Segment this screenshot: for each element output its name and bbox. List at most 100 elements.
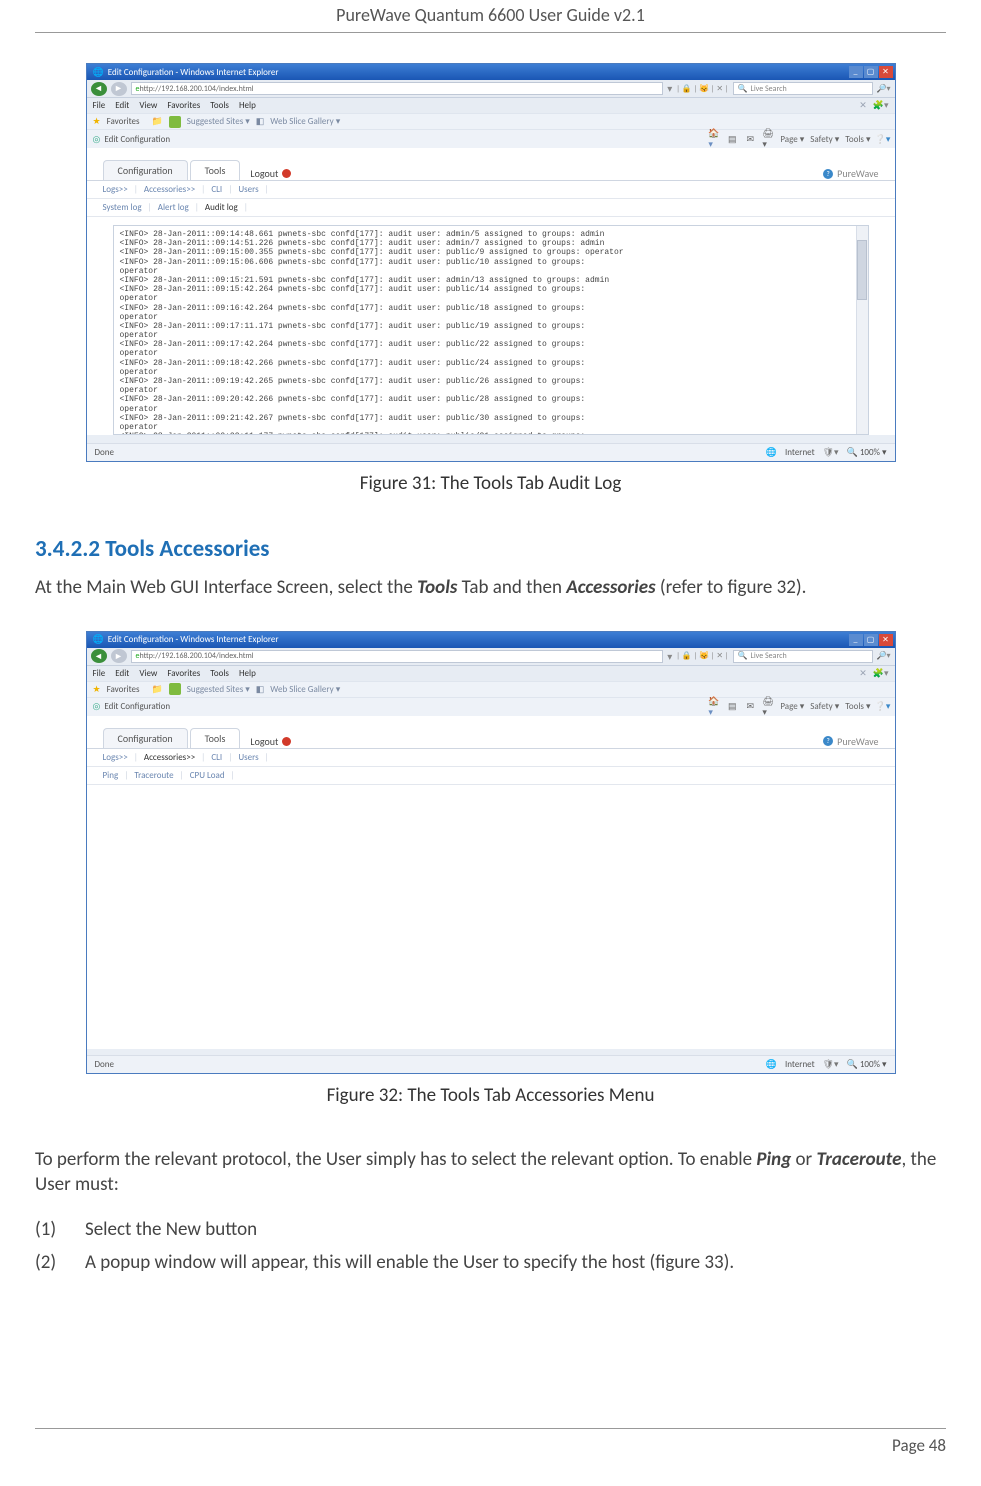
mail-icon[interactable]: ✉ <box>744 701 756 713</box>
menu-close-icon[interactable]: ✕ <box>859 668 867 679</box>
forward-icon[interactable]: ► <box>111 82 127 96</box>
safety-menu[interactable]: Safety ▾ <box>810 134 839 145</box>
web-slice-icon[interactable]: ◧ <box>256 684 265 695</box>
close-icon[interactable]: ✕ <box>879 634 893 646</box>
tools-menu[interactable]: Tools ▾ <box>845 701 870 712</box>
print-icon[interactable]: 🖨▾ <box>762 133 774 145</box>
sub-accessories[interactable]: Accessories>> <box>144 752 195 763</box>
help-icon[interactable]: ❔▾ <box>877 701 889 713</box>
home-icon[interactable]: 🏠▾ <box>708 701 720 713</box>
favorites-label[interactable]: Favorites <box>107 116 140 127</box>
page-menu[interactable]: Page ▾ <box>780 134 804 145</box>
compat-icon[interactable]: 🧩▾ <box>873 668 889 679</box>
forward-icon[interactable]: ► <box>111 649 127 663</box>
home-icon[interactable]: 🏠▾ <box>708 133 720 145</box>
logout-icon <box>282 737 291 746</box>
zoom-label[interactable]: 🔍 100% ▾ <box>847 447 887 458</box>
zoom-label[interactable]: 🔍 100% ▾ <box>847 1059 887 1070</box>
search-box[interactable]: 🔍Live Search <box>733 650 873 663</box>
menu-edit[interactable]: Edit <box>115 668 129 679</box>
search-box[interactable]: 🔍Live Search <box>733 82 873 95</box>
sub-ping[interactable]: Ping <box>103 770 119 781</box>
maximize-icon[interactable]: ▢ <box>864 634 878 646</box>
sub-alertlog[interactable]: Alert log <box>158 202 189 213</box>
menu-edit[interactable]: Edit <box>115 100 129 111</box>
menu-view[interactable]: View <box>139 100 157 111</box>
address-bar[interactable]: e http://192.168.200.104/index.html <box>131 650 664 663</box>
sugg-sites[interactable]: Suggested Sites ▾ <box>187 116 250 127</box>
sub-syslog[interactable]: System log <box>103 202 142 213</box>
browser-tab[interactable]: ◎Edit Configuration <box>93 134 171 145</box>
log-line: operator <box>120 405 862 414</box>
menu-help[interactable]: Help <box>239 100 256 111</box>
minimize-icon[interactable]: _ <box>849 66 863 78</box>
web-slice[interactable]: Web Slice Gallery ▾ <box>270 116 340 127</box>
scrollbar-track[interactable] <box>856 226 868 434</box>
sub-cli[interactable]: CLI <box>211 184 222 195</box>
maximize-icon[interactable]: ▢ <box>864 66 878 78</box>
ie-address-row: ◄ ► e http://192.168.200.104/index.html … <box>87 648 895 666</box>
sub-cli[interactable]: CLI <box>211 752 222 763</box>
menu-help[interactable]: Help <box>239 668 256 679</box>
intro-paragraph: At the Main Web GUI Interface Screen, se… <box>35 575 946 601</box>
sub-cpuload[interactable]: CPU Load <box>190 770 225 781</box>
sugg-sites-icon[interactable] <box>169 116 181 128</box>
app-tab-tools[interactable]: Tools <box>190 728 241 748</box>
favorites-label[interactable]: Favorites <box>107 684 140 695</box>
feeds-icon[interactable]: ▤ <box>726 701 738 713</box>
sub-auditlog[interactable]: Audit log <box>205 202 238 213</box>
menu-view[interactable]: View <box>139 668 157 679</box>
app-tab-config[interactable]: Configuration <box>103 160 188 180</box>
sub-accessories[interactable]: Accessories>> <box>144 184 195 195</box>
menu-tools[interactable]: Tools <box>210 100 229 111</box>
favorites-star-icon[interactable]: ★ <box>93 684 101 695</box>
web-slice-icon[interactable]: ◧ <box>256 116 265 127</box>
menu-file[interactable]: File <box>93 668 106 679</box>
sub-users[interactable]: Users <box>238 752 258 763</box>
ie-titlebar: 🌐Edit Configuration - Windows Internet E… <box>87 632 895 648</box>
logout-link[interactable]: Logout <box>250 735 291 748</box>
tools-sub-nav-1: Logs>>| Accessories>>| CLI| Users| <box>87 749 895 767</box>
tools-menu[interactable]: Tools ▾ <box>845 134 870 145</box>
logout-link[interactable]: Logout <box>250 167 291 180</box>
menu-favorites[interactable]: Favorites <box>167 668 200 679</box>
sugg-sites[interactable]: Suggested Sites ▾ <box>187 684 250 695</box>
address-bar[interactable]: e http://192.168.200.104/index.html <box>131 82 664 95</box>
protected-mode-icon: 🛡▾ <box>823 447 839 458</box>
log-line: operator <box>120 294 862 303</box>
web-slice[interactable]: Web Slice Gallery ▾ <box>270 684 340 695</box>
menu-tools[interactable]: Tools <box>210 668 229 679</box>
sub-users[interactable]: Users <box>238 184 258 195</box>
safety-menu[interactable]: Safety ▾ <box>810 701 839 712</box>
page-menu[interactable]: Page ▾ <box>780 701 804 712</box>
step-1: (1) Select the New button <box>35 1218 946 1241</box>
status-internet: Internet <box>785 1059 815 1070</box>
app-tab-config[interactable]: Configuration <box>103 728 188 748</box>
sugg-sites-icon[interactable] <box>169 683 181 695</box>
menu-favorites[interactable]: Favorites <box>167 100 200 111</box>
sub-logs[interactable]: Logs>> <box>103 752 128 763</box>
mail-icon[interactable]: ✉ <box>744 133 756 145</box>
back-icon[interactable]: ◄ <box>91 82 107 96</box>
protected-mode-icon: 🛡▾ <box>823 1059 839 1070</box>
log-line: operator <box>120 386 862 395</box>
compat-icon[interactable]: 🧩▾ <box>873 100 889 111</box>
close-icon[interactable]: ✕ <box>879 66 893 78</box>
feeds-icon[interactable]: ▤ <box>726 133 738 145</box>
help-icon[interactable]: ❔▾ <box>877 133 889 145</box>
print-icon[interactable]: 🖨▾ <box>762 701 774 713</box>
sub-logs[interactable]: Logs>> <box>103 184 128 195</box>
menu-close-icon[interactable]: ✕ <box>859 100 867 111</box>
log-line: <INFO> 28-Jan-2011::09:15:06.606 pwnets-… <box>120 258 862 267</box>
figure-31-screenshot: 🌐Edit Configuration - Windows Internet E… <box>35 63 946 462</box>
app-tab-tools[interactable]: Tools <box>190 160 241 180</box>
section-heading: 3.4.2.2 Tools Accessories <box>35 535 946 563</box>
back-icon[interactable]: ◄ <box>91 649 107 663</box>
browser-tab[interactable]: ◎Edit Configuration <box>93 701 171 712</box>
log-line: <INFO> 28-Jan-2011::09:15:42.264 pwnets-… <box>120 285 862 294</box>
minimize-icon[interactable]: _ <box>849 634 863 646</box>
menu-file[interactable]: File <box>93 100 106 111</box>
scrollbar-thumb[interactable] <box>857 240 867 300</box>
favorites-star-icon[interactable]: ★ <box>93 116 101 127</box>
sub-traceroute[interactable]: Traceroute <box>134 770 173 781</box>
